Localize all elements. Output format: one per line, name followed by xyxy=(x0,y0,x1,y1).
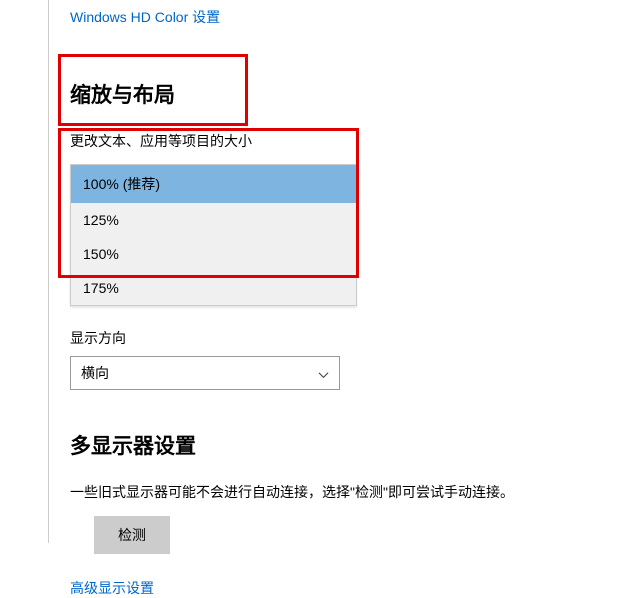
multimonitor-heading: 多显示器设置 xyxy=(70,426,633,460)
hdcolor-link[interactable]: Windows HD Color 设置 xyxy=(70,7,220,27)
orientation-value: 横向 xyxy=(81,363,109,383)
advanced-display-link[interactable]: 高级显示设置 xyxy=(70,578,154,598)
scale-dropdown[interactable]: 100% (推荐) 125% 150% 175% xyxy=(70,164,357,306)
orientation-combobox[interactable]: 横向 xyxy=(70,356,340,390)
scale-heading: 缩放与布局 xyxy=(70,75,633,109)
scale-option-1[interactable]: 125% xyxy=(71,203,356,237)
orientation-label: 显示方向 xyxy=(70,328,633,348)
multimonitor-body: 一些旧式显示器可能不会进行自动连接，选择"检测"即可尝试手动连接。 xyxy=(70,482,633,502)
scale-option-3[interactable]: 175% xyxy=(71,271,356,305)
detect-button[interactable]: 检测 xyxy=(94,516,170,554)
scale-option-2[interactable]: 150% xyxy=(71,237,356,271)
scale-option-0[interactable]: 100% (推荐) xyxy=(71,165,356,203)
chevron-down-icon xyxy=(318,368,329,379)
scale-label: 更改文本、应用等项目的大小 xyxy=(70,131,633,151)
